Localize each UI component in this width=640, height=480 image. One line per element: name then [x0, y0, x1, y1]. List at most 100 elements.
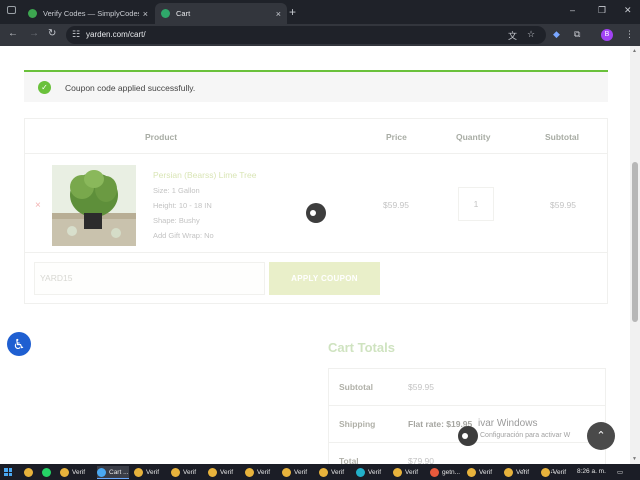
- tab-title: Verify Codes — SimplyCodes: [43, 9, 139, 18]
- apply-coupon-button[interactable]: APPLY COUPON: [269, 262, 380, 295]
- tab-strip: Verify Codes — SimplyCodes × Cart × + – …: [0, 0, 640, 24]
- page-scrollbar[interactable]: ▲ ▼: [630, 46, 640, 464]
- scroll-to-top-button[interactable]: ⌃: [587, 422, 615, 450]
- cursor-indicator: [458, 426, 478, 446]
- windows-activation-subtext: Configuración para activar W: [480, 432, 571, 439]
- forward-icon[interactable]: →: [29, 28, 39, 39]
- taskbar-app-label: Verif: [553, 469, 567, 476]
- taskbar-app-button[interactable]: getn...: [430, 466, 460, 479]
- totals-value: $79.90: [408, 456, 434, 464]
- remove-item-icon[interactable]: ×: [35, 200, 41, 211]
- taskbar-app-button[interactable]: Cart ...: [97, 466, 129, 479]
- profile-avatar[interactable]: B: [601, 29, 613, 41]
- cart-totals-table: Subtotal $59.95 Shipping Flat rate: $19.…: [328, 368, 606, 464]
- menu-kebab-icon[interactable]: ⋮: [625, 29, 634, 40]
- app-icon: [60, 468, 69, 477]
- taskbar-app-label: Verif: [183, 469, 197, 476]
- app-icon: [319, 468, 328, 477]
- taskbar-app-button[interactable]: Verif: [356, 466, 381, 479]
- taskbar-app-button[interactable]: Verif: [60, 466, 85, 479]
- item-subtotal: $59.95: [550, 200, 576, 210]
- windows-start-icon[interactable]: [4, 468, 12, 476]
- clock[interactable]: 8:26 a. m.: [577, 468, 606, 475]
- app-icon: [430, 468, 439, 477]
- product-image[interactable]: [52, 165, 136, 246]
- tab-cart[interactable]: Cart ×: [155, 3, 287, 24]
- restore-button[interactable]: ❐: [598, 5, 606, 16]
- cursor-indicator: [306, 203, 326, 223]
- taskbar-app-button[interactable]: Verif: [319, 466, 344, 479]
- reload-icon[interactable]: ↻: [48, 28, 56, 39]
- tab-title: Cart: [176, 9, 191, 18]
- product-attribute: Shape: Bushy: [153, 216, 200, 225]
- site-info-icon[interactable]: ☷: [72, 29, 80, 40]
- volume-icon[interactable]: ♫: [550, 468, 555, 475]
- taskbar-app-label: Verif: [257, 469, 271, 476]
- extension-icon[interactable]: ◆: [553, 29, 560, 40]
- taskbar-app-button[interactable]: Verif: [393, 466, 418, 479]
- taskbar-app-button[interactable]: Verif: [467, 466, 492, 479]
- chrome-icon[interactable]: [24, 466, 36, 479]
- header-quantity: Quantity: [456, 132, 491, 142]
- header-subtotal: Subtotal: [545, 132, 579, 142]
- tab-close-icon[interactable]: ×: [276, 9, 281, 19]
- bookmark-star-icon[interactable]: ☆: [527, 29, 535, 40]
- accessibility-icon[interactable]: ♿: [7, 332, 31, 356]
- taskbar-app-button[interactable]: Verif: [245, 466, 270, 479]
- check-icon: ✓: [38, 81, 51, 94]
- tray-chevron-icon[interactable]: ⌃: [521, 468, 526, 476]
- minimize-button[interactable]: –: [570, 5, 575, 15]
- taskbar-app-label: Verif: [479, 469, 493, 476]
- translate-icon[interactable]: 文: [508, 29, 517, 42]
- row-divider: [25, 252, 607, 253]
- product-attribute: Size: 1 Gallon: [153, 186, 200, 195]
- address-bar[interactable]: ☷ yarden.com/cart/ 文 ☆: [66, 26, 546, 44]
- notice-message: Coupon code applied successfully.: [65, 83, 196, 93]
- product-name-link[interactable]: Persian (Bearss) Lime Tree: [153, 170, 256, 180]
- simplycodes-favicon-icon: [28, 9, 37, 18]
- extensions-puzzle-icon[interactable]: ⧉: [574, 29, 580, 40]
- app-icon: [134, 468, 143, 477]
- close-window-button[interactable]: ✕: [624, 5, 632, 16]
- header-price: Price: [386, 132, 407, 142]
- taskbar-app-label: Verif: [405, 469, 419, 476]
- product-attribute: Add Gift Wrap: No: [153, 231, 214, 240]
- windows-activation-watermark: ivar Windows: [478, 418, 538, 429]
- app-icon: [393, 468, 402, 477]
- scroll-down-icon[interactable]: ▼: [632, 456, 637, 462]
- yarden-favicon-icon: [161, 9, 170, 18]
- windows-taskbar: Verif Cart ... Verif Verif Verif Verif Verif Ve…: [0, 464, 640, 480]
- notifications-icon[interactable]: ▭: [617, 468, 623, 476]
- taskbar-app-button[interactable]: Verif: [282, 466, 307, 479]
- taskbar-app-label: Verif: [368, 469, 382, 476]
- taskbar-app-label: getn...: [442, 469, 461, 476]
- cart-totals-title: Cart Totals: [328, 340, 395, 355]
- totals-label: Shipping: [339, 419, 376, 429]
- tab-search-icon[interactable]: [7, 6, 16, 14]
- tab-close-icon[interactable]: ×: [143, 9, 148, 19]
- app-icon: [171, 468, 180, 477]
- app-icon: [97, 467, 106, 477]
- row-divider: [25, 153, 607, 154]
- url-text[interactable]: yarden.com/cart/: [86, 30, 146, 39]
- product-attribute: Height: 10 - 18 IN: [153, 201, 212, 210]
- app-icon: [356, 468, 365, 477]
- whatsapp-icon[interactable]: [42, 466, 54, 479]
- new-tab-button[interactable]: +: [289, 5, 296, 19]
- quantity-input[interactable]: 1: [458, 187, 494, 221]
- app-icon: [208, 468, 217, 477]
- taskbar-app-label: Verif: [220, 469, 234, 476]
- back-icon[interactable]: ←: [8, 28, 18, 39]
- scroll-up-icon[interactable]: ▲: [632, 48, 637, 54]
- scrollbar-thumb[interactable]: [632, 162, 638, 322]
- tab-verify-codes[interactable]: Verify Codes — SimplyCodes ×: [22, 3, 154, 24]
- browser-toolbar: ← → ↻ ☷ yarden.com/cart/ 文 ☆ ◆ ⧉ ⋮: [0, 24, 640, 46]
- app-icon: [245, 468, 254, 477]
- coupon-code-input[interactable]: YARD15: [34, 262, 265, 295]
- taskbar-app-button[interactable]: Verif: [208, 466, 233, 479]
- taskbar-app-button[interactable]: Verif: [134, 466, 159, 479]
- header-product: Product: [145, 132, 178, 142]
- taskbar-app-button[interactable]: Verif: [171, 466, 196, 479]
- taskbar-app-label: Cart ...: [109, 468, 129, 476]
- totals-label: Subtotal: [339, 382, 373, 392]
